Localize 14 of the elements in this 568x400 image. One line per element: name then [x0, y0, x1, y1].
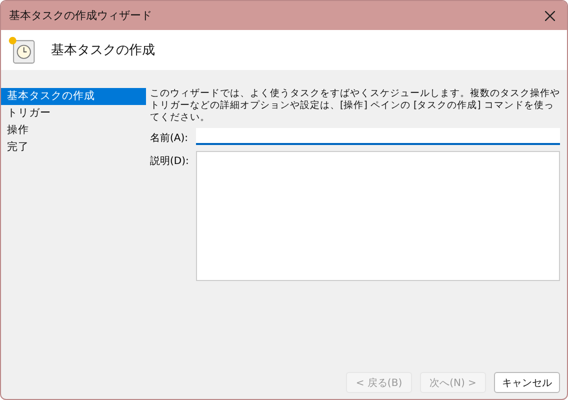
clock-icon [7, 35, 37, 65]
header-title: 基本タスクの作成 [51, 42, 155, 59]
close-icon[interactable] [545, 10, 555, 20]
window-title: 基本タスクの作成ウィザード [9, 8, 152, 23]
field-label: 名前(A): [150, 132, 190, 145]
sidebar-item[interactable]: トリガー [1, 105, 146, 122]
name-input-field[interactable] [196, 128, 560, 145]
sidebar-item[interactable]: 操作 [1, 122, 146, 139]
field-label: 説明(D): [150, 154, 190, 169]
sidebar-item[interactable]: 基本タスクの作成 [1, 88, 146, 105]
description-text: このウィザードでは、よく使うタスクをすばやくスケジュールします。複数のタスク操作やトリガーなどの詳細オプションや設定は、[操作] ペインの [タスクの作成] コマンドを使ってください。 [150, 88, 560, 124]
sidebar-item[interactable]: 完了 [1, 139, 146, 156]
description-input-field[interactable] [196, 151, 560, 281]
wizard-button[interactable]: キャンセル [494, 372, 560, 393]
